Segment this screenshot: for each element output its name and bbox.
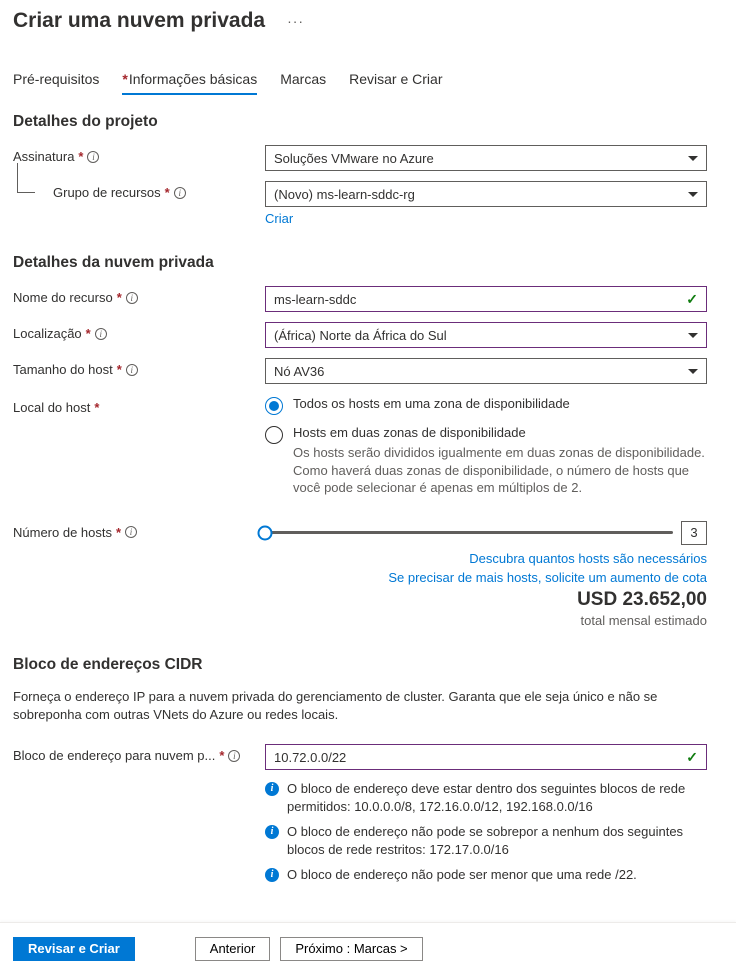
resource-name-value: ms-learn-sddc: [274, 292, 686, 307]
chevron-down-icon: [688, 333, 698, 338]
radio-single-zone-label: Todos os hosts em uma zona de disponibil…: [293, 396, 707, 411]
chevron-down-icon: [688, 192, 698, 197]
radio-single-zone[interactable]: Todos os hosts em uma zona de disponibil…: [265, 396, 707, 415]
check-icon: ✓: [686, 291, 698, 308]
info-icon[interactable]: i: [95, 328, 107, 340]
location-value: (África) Norte da África do Sul: [274, 328, 688, 343]
required-icon: *: [94, 400, 99, 415]
required-icon: *: [165, 185, 170, 200]
review-create-button[interactable]: Revisar e Criar: [13, 937, 135, 961]
next-button[interactable]: Próximo : Marcas >: [280, 937, 422, 961]
host-size-value: Nó AV36: [274, 364, 688, 379]
project-heading: Detalhes do projeto: [13, 113, 723, 131]
subscription-value: Soluções VMware no Azure: [274, 151, 688, 166]
required-icon: *: [117, 290, 122, 305]
resource-name-label: Nome do recurso: [13, 290, 113, 305]
info-icon[interactable]: i: [126, 292, 138, 304]
info-icon: i: [265, 782, 279, 796]
more-icon[interactable]: ···: [287, 13, 304, 29]
cloud-heading: Detalhes da nuvem privada: [13, 254, 723, 272]
previous-button[interactable]: Anterior: [195, 937, 271, 961]
tabs: Pré-requisitos *Informações básicas Marc…: [13, 71, 723, 95]
price-subtitle: total mensal estimado: [265, 613, 707, 628]
slider-thumb-icon[interactable]: [258, 525, 273, 540]
check-icon: ✓: [686, 749, 698, 766]
cidr-info-1: O bloco de endereço deve estar dentro do…: [287, 780, 707, 815]
quota-increase-link[interactable]: Se precisar de mais hosts, solicite um a…: [265, 570, 707, 585]
required-icon: *: [78, 149, 83, 164]
cidr-addr-value: 10.72.0.0/22: [274, 750, 686, 765]
radio-dual-zone[interactable]: Hosts em duas zonas de disponibilidade O…: [265, 425, 707, 497]
host-size-label: Tamanho do host: [13, 362, 113, 377]
hosts-input[interactable]: 3: [681, 521, 707, 545]
tab-prerequisites[interactable]: Pré-requisitos: [13, 71, 99, 95]
rg-label: Grupo de recursos: [53, 185, 161, 200]
radio-icon: [265, 397, 283, 415]
hosts-needed-link[interactable]: Descubra quantos hosts são necessários: [265, 551, 707, 566]
tab-basics[interactable]: *Informações básicas: [122, 71, 257, 95]
required-icon: *: [86, 326, 91, 341]
info-icon[interactable]: i: [228, 750, 240, 762]
cidr-addr-label: Bloco de endereço para nuvem p...: [13, 748, 215, 763]
radio-icon: [265, 426, 283, 444]
rg-select[interactable]: (Novo) ms-learn-sddc-rg: [265, 181, 707, 207]
price: USD 23.652,00: [265, 589, 707, 611]
cidr-addr-input[interactable]: 10.72.0.0/22 ✓: [265, 744, 707, 770]
subscription-label: Assinatura: [13, 149, 74, 164]
hosts-label: Número de hosts: [13, 525, 112, 540]
tab-basics-label: Informações básicas: [129, 71, 257, 87]
cidr-info-3: O bloco de endereço não pode ser menor q…: [287, 866, 637, 884]
radio-dual-zone-label: Hosts em duas zonas de disponibilidade: [293, 425, 707, 440]
chevron-down-icon: [688, 369, 698, 374]
host-location-label: Local do host: [13, 400, 90, 415]
info-icon: i: [265, 825, 279, 839]
tree-line: [17, 163, 35, 193]
info-icon[interactable]: i: [174, 187, 186, 199]
radio-dual-zone-desc: Os hosts serão divididos igualmente em d…: [293, 444, 707, 497]
info-icon[interactable]: i: [126, 364, 138, 376]
required-icon: *: [117, 362, 122, 377]
info-icon[interactable]: i: [125, 526, 137, 538]
cidr-heading: Bloco de endereços CIDR: [13, 656, 723, 674]
host-size-select[interactable]: Nó AV36: [265, 358, 707, 384]
footer: Revisar e Criar Anterior Próximo : Marca…: [0, 922, 736, 975]
rg-value: (Novo) ms-learn-sddc-rg: [274, 187, 688, 202]
rg-create-link[interactable]: Criar: [265, 211, 293, 226]
required-icon: *: [116, 525, 121, 540]
cidr-info-2: O bloco de endereço não pode se sobrepor…: [287, 823, 707, 858]
location-label: Localização: [13, 326, 82, 341]
info-icon[interactable]: i: [87, 151, 99, 163]
chevron-down-icon: [688, 156, 698, 161]
required-icon: *: [219, 748, 224, 763]
location-select[interactable]: (África) Norte da África do Sul: [265, 322, 707, 348]
resource-name-input[interactable]: ms-learn-sddc ✓: [265, 286, 707, 312]
info-icon: i: [265, 868, 279, 882]
tab-review[interactable]: Revisar e Criar: [349, 71, 442, 95]
page-title: Criar uma nuvem privada: [13, 9, 265, 33]
hosts-slider[interactable]: [265, 531, 673, 534]
cidr-desc: Forneça o endereço IP para a nuvem priva…: [13, 688, 723, 724]
subscription-select[interactable]: Soluções VMware no Azure: [265, 145, 707, 171]
tab-tags[interactable]: Marcas: [280, 71, 326, 95]
